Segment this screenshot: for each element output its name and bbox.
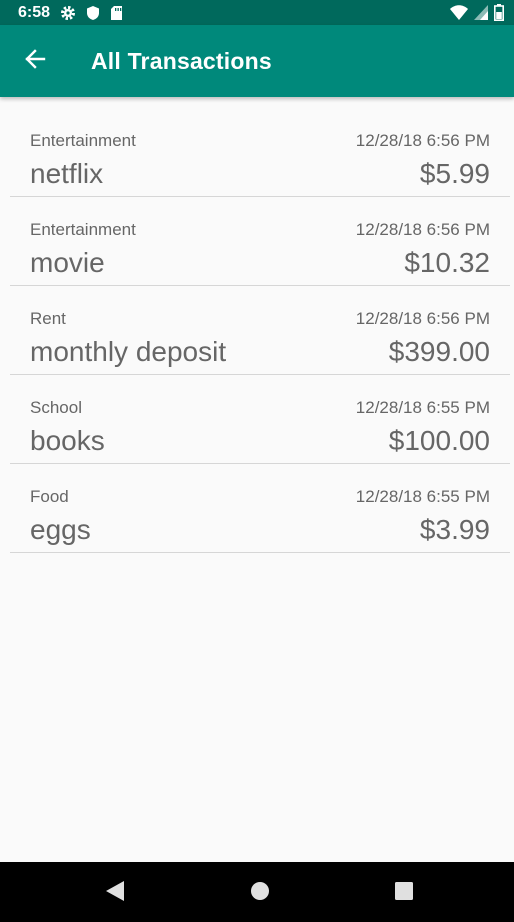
transaction-name: movie [30,247,105,278]
nav-back-button[interactable] [104,880,126,907]
navigation-bar [0,862,514,922]
transaction-row[interactable]: Rent 12/28/18 6:56 PM monthly deposit $3… [10,286,510,375]
transaction-category: Rent [30,309,66,328]
transaction-category: School [30,398,82,417]
signal-icon [474,5,488,20]
transaction-category: Entertainment [30,220,136,239]
transaction-row[interactable]: Entertainment 12/28/18 6:56 PM movie $10… [10,197,510,286]
transaction-date: 12/28/18 6:56 PM [355,131,490,150]
status-bar: 6:58 [0,0,514,25]
back-button[interactable] [15,41,55,81]
transaction-name: books [30,425,105,456]
arrow-back-icon [24,48,46,75]
transaction-category: Entertainment [30,131,136,150]
transaction-name: netflix [30,158,104,189]
sd-card-icon [110,5,123,21]
nav-home-button[interactable] [249,881,271,906]
wifi-icon [450,5,468,20]
transaction-row[interactable]: Entertainment 12/28/18 6:56 PM netflix $… [10,108,510,197]
transaction-amount: $3.99 [419,514,490,545]
transaction-amount: $5.99 [419,158,490,189]
app-bar: All Transactions [0,25,514,97]
transaction-category: Food [30,487,69,506]
shield-icon [86,5,100,21]
back-triangle-icon [105,880,125,907]
transaction-date: 12/28/18 6:55 PM [355,487,490,506]
home-circle-icon [250,881,270,906]
transaction-row[interactable]: Food 12/28/18 6:55 PM eggs $3.99 [10,464,510,553]
transaction-name: eggs [30,514,91,545]
transaction-name: monthly deposit [30,336,227,367]
status-icons-right [444,0,504,25]
status-time: 6:58 [18,3,51,21]
transaction-date: 12/28/18 6:56 PM [355,220,490,239]
transaction-amount: $100.00 [388,425,490,456]
transaction-date: 12/28/18 6:55 PM [355,398,490,417]
transaction-list: Entertainment 12/28/18 6:56 PM netflix $… [10,108,510,553]
status-icons-left [60,5,133,21]
nav-recents-button[interactable] [393,881,415,906]
page-title: All Transactions [91,47,272,74]
transaction-row[interactable]: School 12/28/18 6:55 PM books $100.00 [10,375,510,464]
transaction-date: 12/28/18 6:56 PM [355,309,490,328]
recents-square-icon [394,881,414,906]
transaction-amount: $399.00 [388,336,490,367]
transaction-amount: $10.32 [404,247,490,278]
gear-icon [60,5,76,21]
battery-icon [494,4,504,21]
